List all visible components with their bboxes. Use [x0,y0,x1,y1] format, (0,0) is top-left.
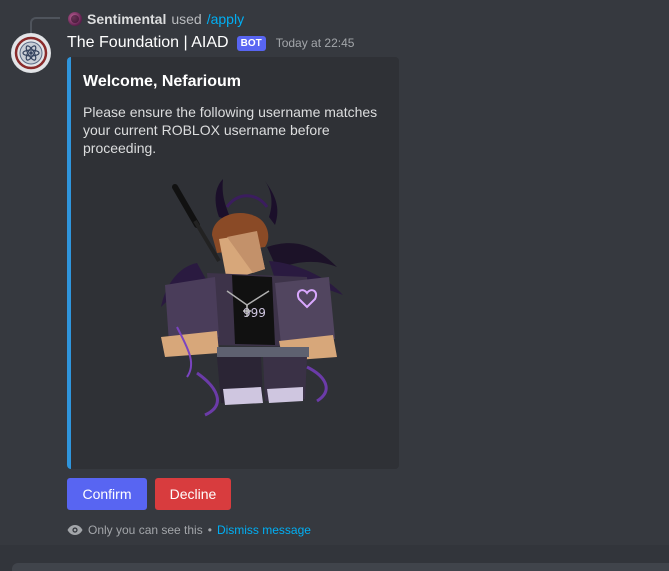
reply-spine [30,17,60,33]
message-header: The Foundation | AIAD BOT Today at 22:45 [67,33,354,53]
command-name[interactable]: /apply [207,11,244,27]
decline-button[interactable]: Decline [155,478,231,510]
ephemeral-note: Only you can see this [88,523,203,537]
roblox-avatar-image[interactable]: 999 [157,177,357,417]
confirm-button[interactable]: Confirm [67,478,147,510]
bot-tag-badge: BOT [236,35,266,51]
message-timestamp[interactable]: Today at 22:45 [276,36,355,50]
bot-avatar[interactable] [11,33,51,73]
ephemeral-separator: • [207,523,212,537]
embed-description: Please ensure the following username mat… [83,104,378,156]
ephemeral-notice: Only you can see this • Dismiss message [67,522,311,538]
chat-view: Sentimental used /apply The Foundation |… [0,0,669,571]
bot-author-name[interactable]: The Foundation | AIAD [67,34,229,52]
eye-icon [67,525,83,535]
dismiss-message-link[interactable]: Dismiss message [217,523,311,537]
command-user-name[interactable]: Sentimental [87,11,166,27]
user-mini-avatar[interactable] [68,12,82,26]
foundation-logo-icon [12,34,50,72]
command-used-text: used [171,11,202,27]
embed-title: Welcome, Nefarioum [83,73,241,90]
embed-card: Welcome, Nefarioum Please ensure the fol… [67,57,399,469]
command-reply-line: Sentimental used /apply [68,10,244,28]
message-input-box[interactable] [12,563,669,571]
